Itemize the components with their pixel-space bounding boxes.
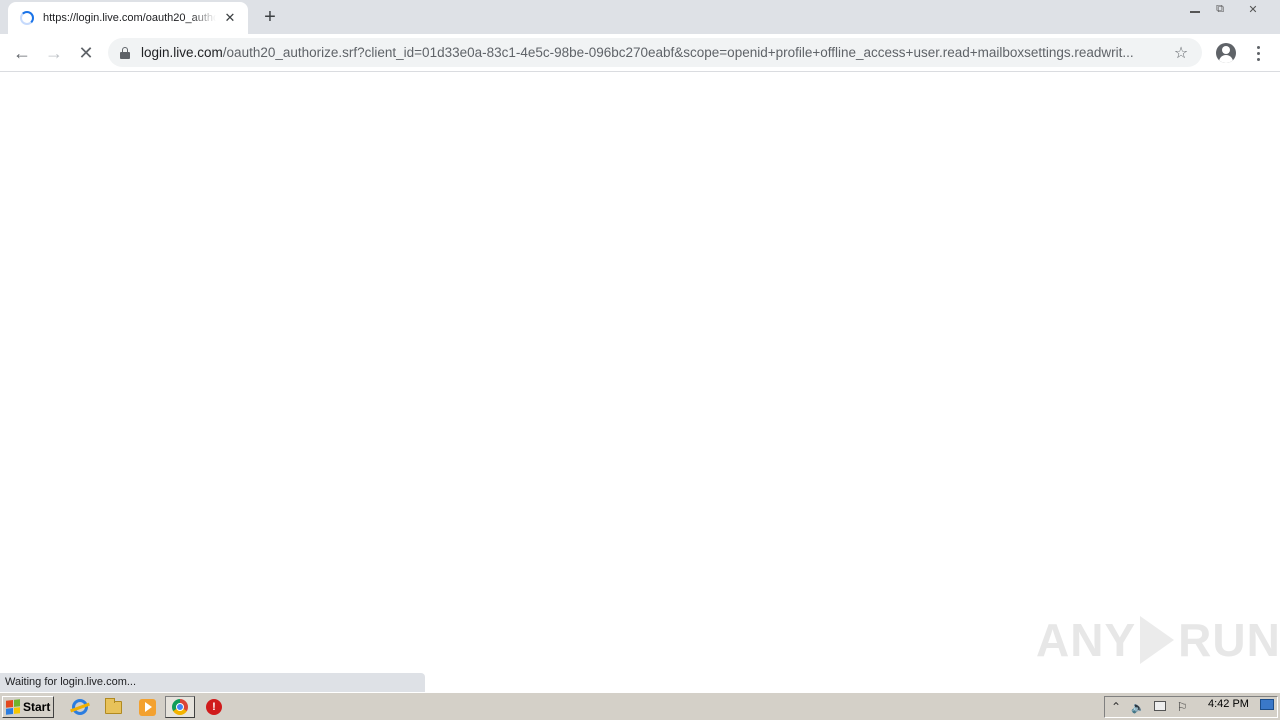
taskbar-chrome[interactable] — [165, 696, 195, 718]
stop-icon: ✕ — [78, 42, 94, 63]
url-path: /oauth20_authorize.srf?client_id=01d33e0… — [222, 45, 1134, 60]
network-icon[interactable] — [1149, 700, 1171, 714]
forward-arrow-icon: → — [45, 42, 63, 63]
loading-spinner-icon — [20, 11, 34, 25]
browser-tab[interactable]: https://login.live.com/oauth20_authorize… — [8, 2, 248, 34]
profile-icon — [1216, 43, 1236, 63]
taskbar-explorer[interactable] — [103, 697, 123, 717]
chrome-icon — [172, 699, 188, 715]
watermark-text-right: RUN — [1178, 614, 1280, 666]
window-close-button[interactable]: ✕ — [1233, 0, 1273, 18]
desktop-screen: https://login.live.com/oauth20_authorize… — [0, 0, 1280, 720]
file-explorer-icon — [104, 697, 122, 714]
restore-button[interactable]: ⧉ — [1208, 0, 1232, 18]
show-desktop-icon[interactable] — [1260, 699, 1274, 710]
kebab-menu-icon — [1256, 45, 1260, 49]
watermark-text-left: ANY — [1036, 614, 1137, 666]
back-arrow-icon: ← — [13, 42, 31, 63]
profile-button[interactable] — [1214, 41, 1238, 65]
stop-loading-button[interactable]: ✕ — [72, 39, 100, 67]
windows-logo-icon — [6, 699, 20, 715]
tab-title: https://login.live.com/oauth20_authorize… — [43, 12, 216, 24]
new-tab-button[interactable]: + — [258, 6, 282, 28]
internet-explorer-icon — [72, 699, 88, 715]
volume-icon[interactable]: 🔈 — [1127, 701, 1149, 714]
minimize-button[interactable] — [1183, 0, 1207, 18]
bookmark-star-icon[interactable]: ☆ — [1170, 43, 1192, 63]
taskbar-security-app[interactable]: ! — [204, 697, 224, 717]
security-app-icon: ! — [206, 699, 222, 715]
minimize-icon — [1190, 11, 1200, 13]
taskbar: Start ! ⌃ 🔈 ⚐ 4:42 PM — [0, 692, 1280, 720]
forward-button[interactable]: → — [40, 39, 68, 67]
start-button[interactable]: Start — [2, 696, 54, 718]
status-bubble: Waiting for login.live.com... — [0, 673, 425, 692]
lock-icon[interactable] — [120, 46, 130, 59]
tray-expand-icon[interactable]: ⌃ — [1105, 700, 1127, 714]
url-text[interactable]: login.live.com/oauth20_authorize.srf?cli… — [141, 45, 1162, 60]
anyrun-watermark: ANY RUN — [1036, 608, 1280, 672]
action-center-flag-icon[interactable]: ⚐ — [1171, 700, 1193, 714]
taskbar-media-player[interactable] — [137, 697, 157, 717]
window-close-icon: ✕ — [1248, 3, 1258, 16]
back-button[interactable]: ← — [8, 39, 36, 67]
address-bar[interactable]: login.live.com/oauth20_authorize.srf?cli… — [108, 38, 1202, 67]
browser-menu-button[interactable] — [1246, 41, 1270, 65]
media-player-icon — [138, 698, 156, 716]
taskbar-clock[interactable]: 4:42 PM — [1208, 698, 1249, 710]
url-host: login.live.com — [141, 45, 223, 60]
tab-strip: https://login.live.com/oauth20_authorize… — [0, 0, 1280, 34]
start-label: Start — [23, 700, 51, 714]
restore-icon: ⧉ — [1216, 2, 1224, 15]
system-tray: ⌃ 🔈 ⚐ — [1104, 696, 1278, 718]
page-content — [0, 72, 1280, 692]
browser-toolbar: ← → ✕ login.live.com/oauth20_authorize.s… — [0, 34, 1280, 72]
taskbar-ie[interactable] — [70, 697, 90, 717]
watermark-play-icon — [1140, 616, 1175, 664]
tab-close-icon[interactable]: ✕ — [222, 10, 238, 26]
